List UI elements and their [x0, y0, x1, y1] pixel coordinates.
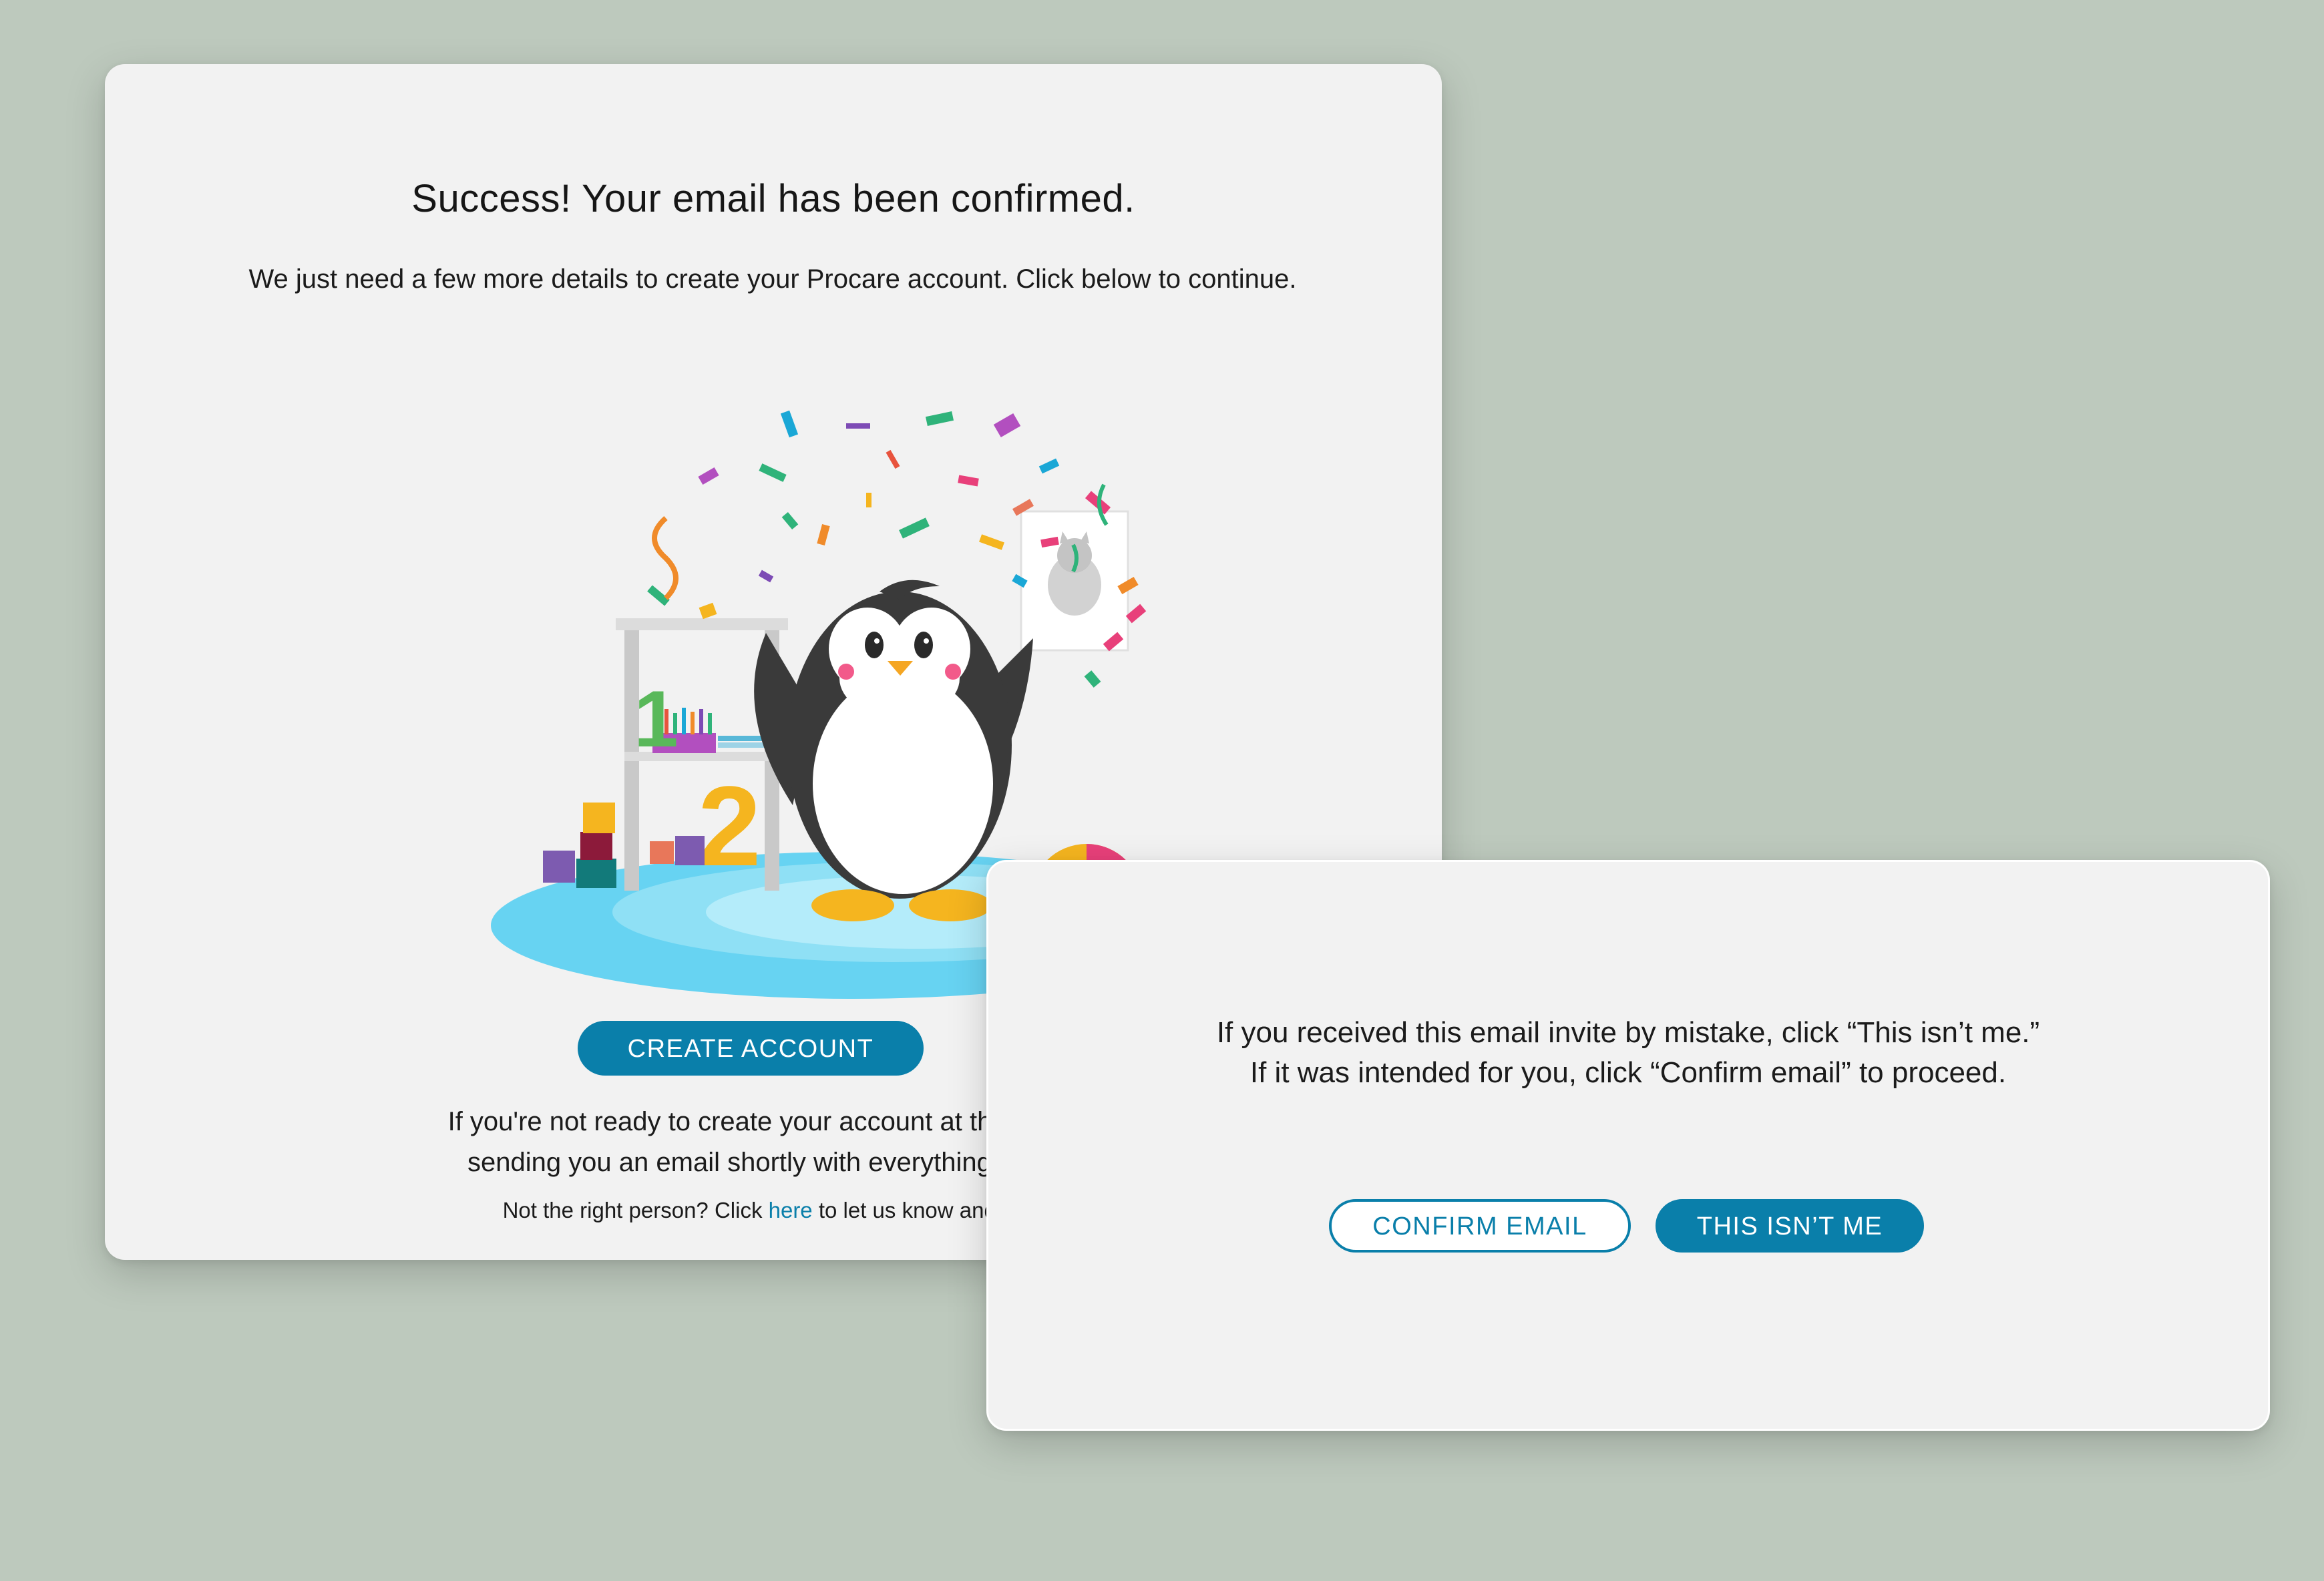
wrong-person-prefix: Not the right person? Click [502, 1198, 769, 1222]
mistake-message-line-2: If it was intended for you, click “Confi… [1249, 1056, 2007, 1089]
confirm-email-button[interactable]: CONFIRM EMAIL [1329, 1199, 1631, 1253]
mistake-message-line-1: If you received this email invite by mis… [1216, 1016, 2040, 1049]
create-account-button[interactable]: CREATE ACCOUNT [578, 1021, 924, 1076]
wall-picture [1020, 510, 1129, 652]
subtitle: We just need a few more details to creat… [248, 264, 1297, 294]
shelf-number-2: 2 [698, 763, 761, 890]
mistake-card: If you received this email invite by mis… [986, 860, 2270, 1431]
shelf-number-1: 1 [634, 674, 679, 764]
this-isnt-me-button[interactable]: THIS ISN’T ME [1656, 1199, 1924, 1253]
mistake-message: If you received this email invite by mis… [988, 1013, 2268, 1093]
here-link[interactable]: here [769, 1198, 813, 1222]
page-title: Success! Your email has been confirmed. [411, 177, 1135, 220]
